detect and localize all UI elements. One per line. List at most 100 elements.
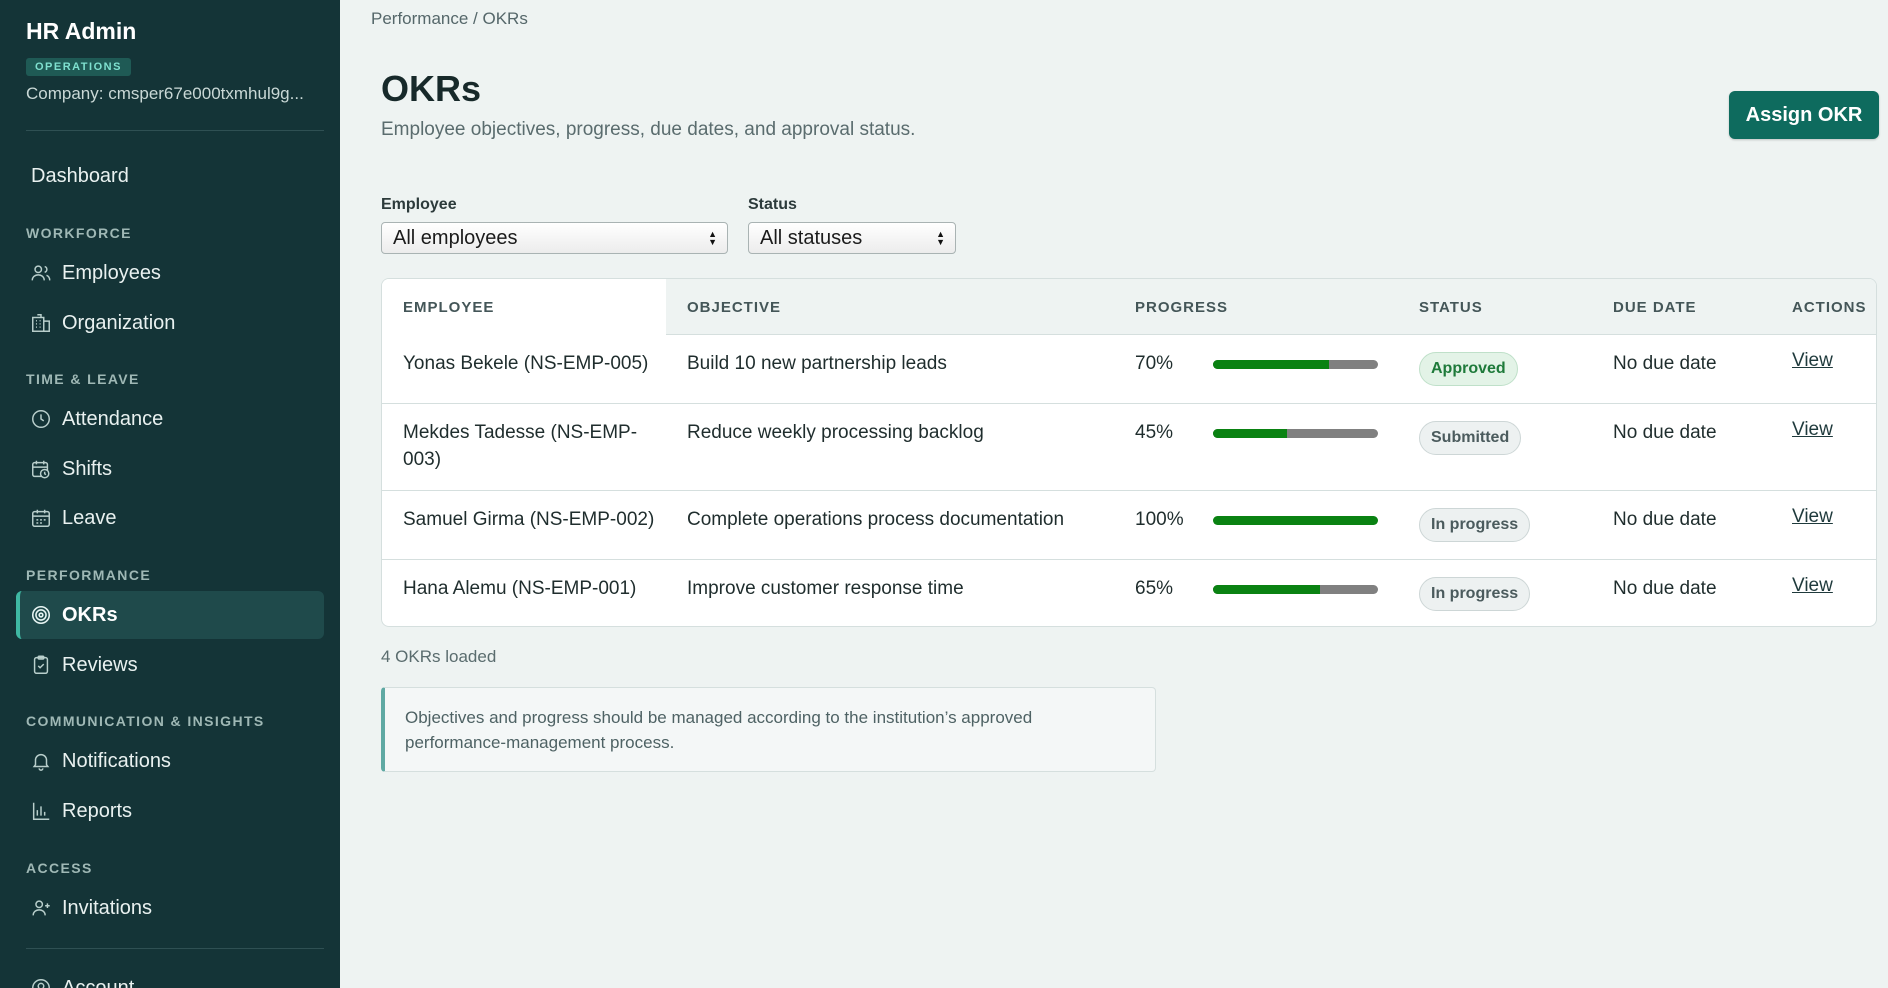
assign-okr-button[interactable]: Assign OKR xyxy=(1729,91,1879,139)
objective-cell: Improve customer response time xyxy=(687,578,964,599)
progress-bar-fill xyxy=(1213,585,1321,594)
clipboard-check-icon xyxy=(30,654,52,676)
calendar-icon xyxy=(30,507,52,529)
sidebar-item-notifications[interactable]: Notifications xyxy=(16,737,324,785)
progress-bar-fill xyxy=(1213,516,1378,525)
progress-bar xyxy=(1213,429,1378,438)
table-row: Mekdes Tadesse (NS-EMP- 003) Reduce week… xyxy=(382,404,1876,491)
progress-label: 45% xyxy=(1135,422,1174,443)
calendar-clock-icon xyxy=(30,458,52,480)
sidebar: HR Admin OPERATIONS Company: cmsper67e00… xyxy=(0,0,340,988)
employee-cell-line: Mekdes Tadesse (NS-EMP- xyxy=(403,422,638,443)
status-badge: Approved xyxy=(1419,352,1518,386)
progress-label: 100% xyxy=(1135,509,1184,530)
sidebar-item-label: Reports xyxy=(62,799,133,822)
column-header-actions: ACTIONS xyxy=(1792,299,1867,316)
status-badge: In progress xyxy=(1419,577,1531,611)
sidebar-item-employees[interactable]: Employees xyxy=(16,249,324,297)
progress-label: 70% xyxy=(1135,353,1174,374)
employee-filter-label: Employee xyxy=(381,196,457,213)
company-label: Company: cmsper67e000txmhul9g... xyxy=(26,84,304,103)
sidebar-item-leave[interactable]: Leave xyxy=(16,494,324,542)
employee-cell: Yonas Bekele (NS-EMP-005) xyxy=(403,353,649,374)
sidebar-item-dashboard[interactable]: Dashboard xyxy=(16,152,324,200)
target-icon xyxy=(30,604,52,626)
section-performance: PERFORMANCE xyxy=(26,567,152,583)
status-filter-label: Status xyxy=(748,196,797,213)
process-notice: Objectives and progress should be manage… xyxy=(381,687,1156,772)
due-date-cell: No due date xyxy=(1613,422,1717,443)
status-filter-select[interactable]: All statuses ▲ ▼ xyxy=(748,222,956,254)
sidebar-item-label: Invitations xyxy=(62,896,153,919)
column-header-status[interactable]: STATUS xyxy=(1419,299,1483,316)
sidebar-item-label: Leave xyxy=(62,506,117,529)
column-header-due-date[interactable]: DUE DATE xyxy=(1613,299,1697,316)
objective-cell: Reduce weekly processing backlog xyxy=(687,422,984,443)
objective-cell: Build 10 new partnership leads xyxy=(687,353,947,374)
users-icon xyxy=(30,262,52,284)
column-header-progress[interactable]: PROGRESS xyxy=(1135,299,1228,316)
section-communication: COMMUNICATION & INSIGHTS xyxy=(26,713,265,729)
sidebar-item-label: Notifications xyxy=(62,749,171,772)
select-arrows-icon: ▲ ▼ xyxy=(936,229,945,247)
objective-cell: Complete operations process documentatio… xyxy=(687,509,1065,530)
employee-cell: Mekdes Tadesse (NS-EMP- 003) xyxy=(403,419,637,473)
sidebar-item-okrs[interactable]: OKRs xyxy=(16,591,324,639)
bell-icon xyxy=(30,750,52,772)
table-row: Samuel Girma (NS-EMP-002) Complete opera… xyxy=(382,491,1876,560)
due-date-cell: No due date xyxy=(1613,578,1717,599)
sidebar-divider xyxy=(26,130,324,131)
due-date-cell: No due date xyxy=(1613,353,1717,374)
table-header: EMPLOYEE OBJECTIVE PROGRESS STATUS DUE D… xyxy=(382,279,1876,335)
view-link[interactable]: View xyxy=(1792,419,1833,441)
sidebar-item-attendance[interactable]: Attendance xyxy=(16,395,324,443)
sidebar-item-organization[interactable]: Organization xyxy=(16,299,324,347)
sidebar-item-label: Dashboard xyxy=(31,164,129,187)
okr-count: 4 OKRs loaded xyxy=(381,647,497,666)
building-icon xyxy=(30,312,52,334)
progress-bar xyxy=(1213,585,1378,594)
column-header-objective[interactable]: OBJECTIVE xyxy=(687,299,781,316)
sidebar-item-reports[interactable]: Reports xyxy=(16,787,324,835)
sidebar-item-account[interactable]: Account xyxy=(16,964,324,988)
account-icon xyxy=(30,977,52,988)
employee-filter-select[interactable]: All employees ▲ ▼ xyxy=(381,222,728,254)
sidebar-item-label: OKRs xyxy=(62,603,118,626)
view-link[interactable]: View xyxy=(1792,575,1833,597)
bar-chart-icon xyxy=(30,800,52,822)
app-title: HR Admin xyxy=(26,18,137,44)
sidebar-item-label: Attendance xyxy=(62,407,164,430)
view-link[interactable]: View xyxy=(1792,350,1833,372)
clock-icon xyxy=(30,408,52,430)
status-badge: Submitted xyxy=(1419,421,1522,455)
operations-badge: OPERATIONS xyxy=(26,58,131,76)
progress-label: 65% xyxy=(1135,578,1174,599)
progress-bar-fill xyxy=(1213,360,1329,369)
user-plus-icon xyxy=(30,897,52,919)
table-row: Yonas Bekele (NS-EMP-005) Build 10 new p… xyxy=(382,335,1876,404)
progress-bar xyxy=(1213,360,1378,369)
progress-bar-fill xyxy=(1213,429,1288,438)
main-content: Performance / OKRs OKRs Employee objecti… xyxy=(340,0,1888,988)
sidebar-item-label: Organization xyxy=(62,311,176,334)
page-title: OKRs xyxy=(381,68,482,109)
sidebar-item-label: Account xyxy=(62,976,135,988)
progress-bar xyxy=(1213,516,1378,525)
column-header-employee[interactable]: EMPLOYEE xyxy=(403,299,494,316)
brand: HR Admin OPERATIONS Company: cmsper67e00… xyxy=(0,0,340,104)
employee-cell-line: 003) xyxy=(403,449,442,470)
section-time-leave: TIME & LEAVE xyxy=(26,371,140,387)
okr-table: EMPLOYEE OBJECTIVE PROGRESS STATUS DUE D… xyxy=(381,278,1877,627)
breadcrumb: Performance / OKRs xyxy=(371,9,528,28)
table-row: Hana Alemu (NS-EMP-001) Improve customer… xyxy=(382,560,1876,626)
section-access: ACCESS xyxy=(26,860,93,876)
sidebar-item-label: Reviews xyxy=(62,653,138,676)
employee-cell: Samuel Girma (NS-EMP-002) xyxy=(403,509,655,530)
sidebar-item-reviews[interactable]: Reviews xyxy=(16,641,324,689)
status-badge: In progress xyxy=(1419,508,1531,542)
sidebar-item-label: Employees xyxy=(62,261,161,284)
view-link[interactable]: View xyxy=(1792,506,1833,528)
employee-filter-value: All employees xyxy=(393,226,518,249)
sidebar-item-invitations[interactable]: Invitations xyxy=(16,884,324,932)
sidebar-item-shifts[interactable]: Shifts xyxy=(16,445,324,493)
